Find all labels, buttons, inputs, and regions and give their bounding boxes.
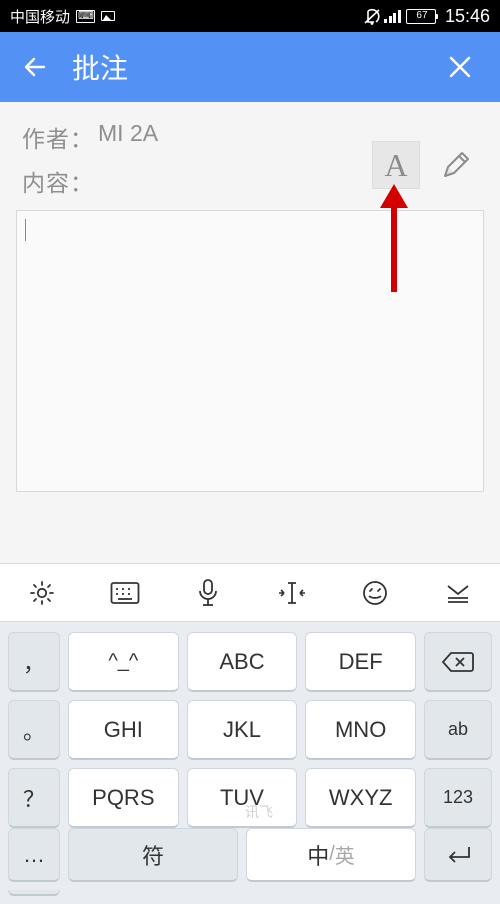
key-ghi[interactable]: GHI	[68, 700, 179, 760]
key-mno[interactable]: MNO	[305, 700, 416, 760]
cursor-tool-icon[interactable]	[266, 572, 318, 614]
signal-icon	[384, 9, 401, 23]
annotation-meta: 作者： MI 2A 内容： A	[0, 102, 500, 204]
ime-indicator-icon: ⌨	[76, 10, 95, 23]
text-cursor-icon	[25, 219, 26, 241]
text-annotation-button[interactable]: A	[372, 141, 420, 189]
voice-input-icon[interactable]	[182, 572, 234, 614]
key-period[interactable]: 。	[8, 700, 60, 760]
key-enter[interactable]	[424, 828, 492, 882]
annotation-content-input[interactable]	[16, 210, 484, 492]
key-jkl[interactable]: JKL	[187, 700, 298, 760]
key-ab-mode[interactable]: ab	[424, 700, 492, 760]
mute-icon	[363, 8, 379, 24]
lang-alt: 英	[335, 840, 355, 869]
key-123-mode[interactable]: 123	[424, 768, 492, 828]
key-def[interactable]: DEF	[305, 632, 416, 692]
key-kaomoji[interactable]: ^_^	[68, 632, 179, 692]
key-question[interactable]: ？	[8, 768, 60, 828]
page-title: 批注	[72, 47, 440, 87]
keyboard-toolbar	[0, 564, 500, 622]
key-backspace[interactable]	[424, 632, 492, 692]
status-bar: 中国移动 ⌨ 67 15:46	[0, 0, 500, 32]
key-lang-toggle[interactable]: 中/英	[246, 828, 416, 882]
screenshot-icon	[101, 11, 115, 21]
battery-icon: 67	[406, 9, 436, 24]
draw-annotation-button[interactable]	[434, 143, 478, 187]
keyboard-layout-icon[interactable]	[99, 572, 151, 614]
close-button[interactable]	[440, 47, 480, 87]
settings-icon[interactable]	[16, 572, 68, 614]
key-ellipsis[interactable]: …	[8, 828, 60, 882]
author-value: MI 2A	[98, 120, 158, 154]
key-pqrs[interactable]: PQRS	[68, 768, 179, 828]
author-label: 作者：	[22, 120, 94, 154]
lang-main: 中	[307, 839, 329, 871]
back-button[interactable]	[20, 52, 50, 82]
key-comma[interactable]: ，	[8, 632, 60, 692]
collapse-keyboard-icon[interactable]	[432, 572, 484, 614]
carrier-label: 中国移动	[10, 6, 70, 27]
content-label: 内容：	[22, 164, 94, 198]
key-symbols[interactable]: 符	[68, 828, 238, 882]
ime-keyboard: ， ^_^ ABC DEF 。 GHI JKL MNO ab ？ PQRS TU…	[0, 563, 500, 890]
key-abc[interactable]: ABC	[187, 632, 298, 692]
clock: 15:46	[445, 6, 490, 27]
battery-pct: 67	[416, 11, 427, 21]
emoji-icon[interactable]	[349, 572, 401, 614]
title-bar: 批注	[0, 32, 500, 102]
key-tuv[interactable]: TUV	[187, 768, 298, 828]
text-annotation-label: A	[384, 147, 407, 184]
key-wxyz[interactable]: WXYZ	[305, 768, 416, 828]
